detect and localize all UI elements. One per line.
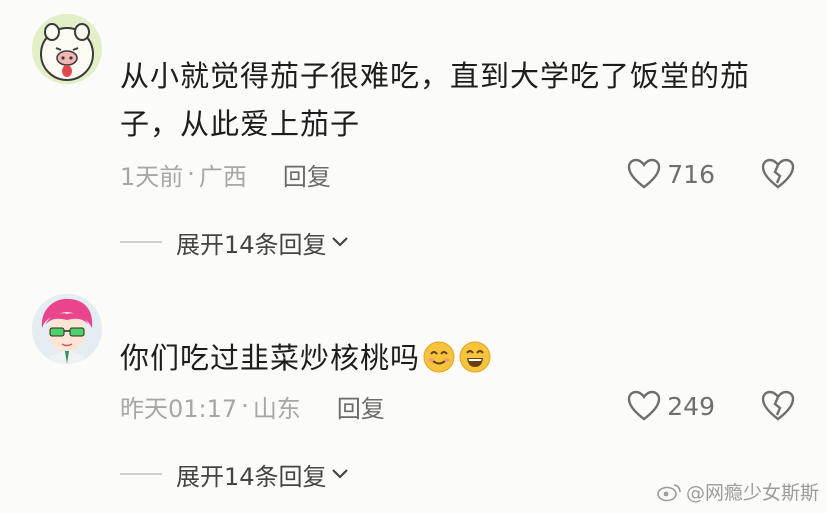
broken-heart-icon xyxy=(761,390,795,421)
avatar-anime[interactable] xyxy=(32,294,102,364)
comment-meta: 1天前 · 广西 回复 xyxy=(120,154,331,194)
meta-separator: · xyxy=(241,392,249,420)
like-button[interactable]: 716 xyxy=(627,154,715,194)
comment-time: 1天前 xyxy=(120,162,184,191)
reply-button[interactable]: 回复 xyxy=(283,157,331,192)
divider-line xyxy=(120,241,162,243)
comment-location: 广西 xyxy=(198,162,247,191)
pig-avatar-icon xyxy=(32,14,102,84)
comment-time: 昨天01:17 xyxy=(120,394,238,423)
heart-icon xyxy=(628,158,661,189)
dislike-button[interactable] xyxy=(761,157,795,191)
comment-location: 山东 xyxy=(252,394,301,423)
expand-replies[interactable]: 展开14条回复 xyxy=(120,222,349,262)
weibo-logo-icon xyxy=(657,483,681,501)
meta-separator: · xyxy=(187,160,195,188)
expand-label: 展开14条回复 xyxy=(176,230,327,259)
dislike-button[interactable] xyxy=(761,389,795,423)
reply-button[interactable]: 回复 xyxy=(337,389,385,424)
grin-emoji-icon xyxy=(459,341,491,373)
comment-text: 从小就觉得茄子很难吃，直到大学吃了饭堂的茄子，从此爱上茄子 xyxy=(120,59,751,141)
comment-meta: 昨天01:17 · 山东 回复 xyxy=(120,386,385,426)
comment-text: 你们吃过韭菜炒核桃吗 xyxy=(120,334,770,382)
like-button[interactable]: 249 xyxy=(627,386,715,426)
like-count: 249 xyxy=(667,391,715,421)
expand-replies[interactable]: 展开14条回复 xyxy=(120,454,349,494)
watermark: @网瘾少女斯斯 xyxy=(656,478,819,505)
chevron-down-icon xyxy=(331,469,348,479)
like-count: 716 xyxy=(667,159,715,189)
divider-line xyxy=(120,473,162,475)
watermark-text: @网瘾少女斯斯 xyxy=(685,482,819,504)
expand-label: 展开14条回复 xyxy=(176,462,327,491)
chevron-down-icon xyxy=(331,237,348,247)
avatar-pig[interactable] xyxy=(32,14,102,84)
comment-body: 你们吃过韭菜炒核桃吗 xyxy=(120,341,421,375)
heart-icon xyxy=(628,390,661,421)
smile-emoji-icon xyxy=(423,341,455,373)
broken-heart-icon xyxy=(761,158,795,189)
pink-hair-anime-avatar-icon xyxy=(32,294,102,364)
